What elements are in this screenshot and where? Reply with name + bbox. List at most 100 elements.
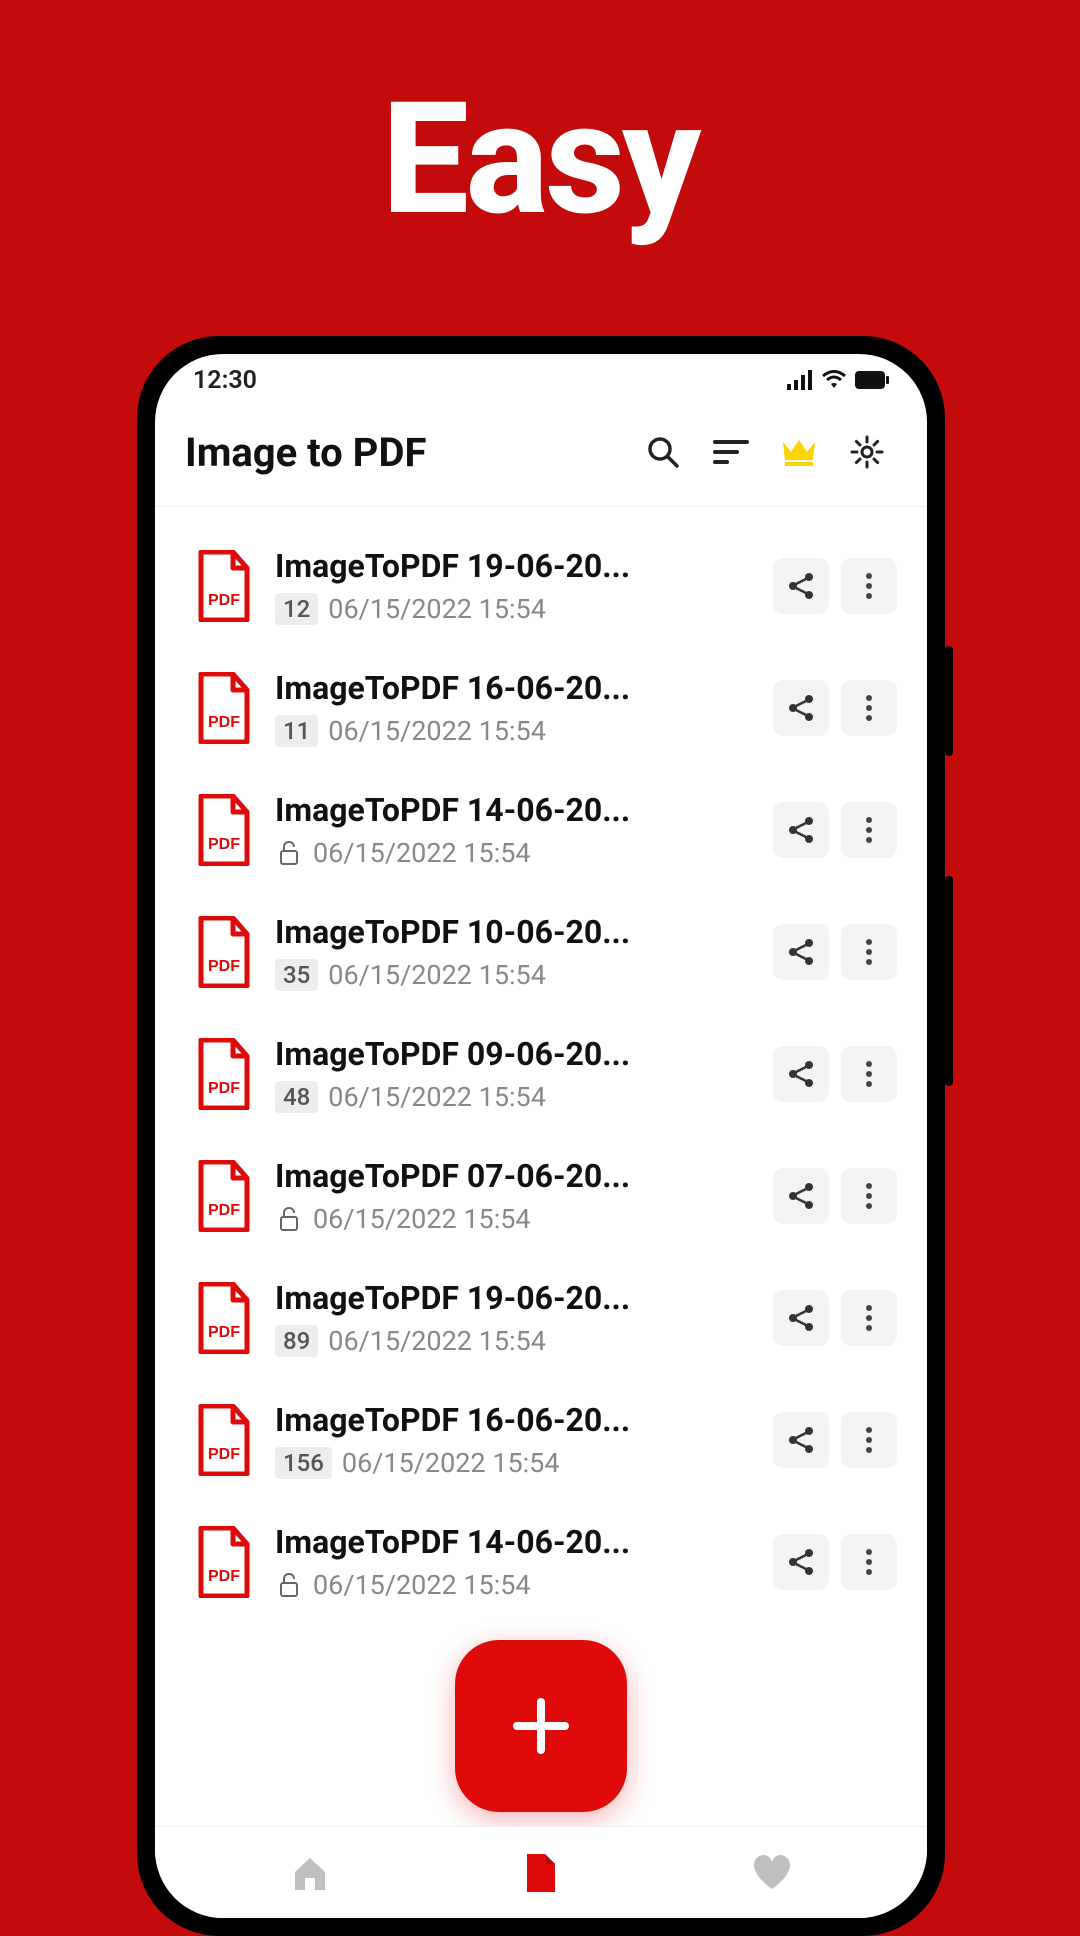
file-actions [773,1290,897,1346]
share-button[interactable] [773,802,829,858]
file-row[interactable]: PDF ImageToPDF 16-06-20... 11 06/15/2022… [155,647,927,769]
file-date: 06/15/2022 15:54 [313,1569,531,1601]
file-name: ImageToPDF 09-06-20... [275,1035,751,1073]
file-row[interactable]: PDF ImageToPDF 14-06-20... 06/15/2022 15… [155,1501,927,1623]
more-button[interactable] [841,802,897,858]
file-actions [773,1412,897,1468]
crown-icon [779,436,819,468]
share-button[interactable] [773,558,829,614]
pdf-file-icon: PDF [195,1526,253,1598]
file-row[interactable]: PDF ImageToPDF 07-06-20... 06/15/2022 15… [155,1135,927,1257]
more-button[interactable] [841,1168,897,1224]
more-button[interactable] [841,1534,897,1590]
svg-text:PDF: PDF [208,592,240,609]
share-button[interactable] [773,1534,829,1590]
svg-text:PDF: PDF [208,1080,240,1097]
file-meta: 06/15/2022 15:54 [275,1569,751,1601]
file-info: ImageToPDF 19-06-20... 89 06/15/2022 15:… [275,1279,751,1357]
pdf-file-icon: PDF [195,1404,253,1476]
more-button[interactable] [841,558,897,614]
file-row[interactable]: PDF ImageToPDF 14-06-20... 06/15/2022 15… [155,769,927,891]
file-page-count: 89 [275,1325,318,1357]
file-actions [773,1046,897,1102]
pdf-file-icon: PDF [195,1038,253,1110]
more-button[interactable] [841,1412,897,1468]
file-info: ImageToPDF 19-06-20... 12 06/15/2022 15:… [275,547,751,625]
file-icon [523,1852,559,1894]
share-button[interactable] [773,680,829,736]
svg-text:PDF: PDF [208,1568,240,1585]
file-meta: 11 06/15/2022 15:54 [275,715,751,747]
file-name: ImageToPDF 19-06-20... [275,1279,751,1317]
status-bar: 12:30 [155,354,927,402]
file-row[interactable]: PDF ImageToPDF 10-06-20... 35 06/15/2022… [155,891,927,1013]
plus-icon [501,1686,581,1766]
file-date: 06/15/2022 15:54 [328,715,546,747]
file-info: ImageToPDF 10-06-20... 35 06/15/2022 15:… [275,913,751,991]
svg-text:PDF: PDF [208,958,240,975]
file-date: 06/15/2022 15:54 [328,1325,546,1357]
file-name: ImageToPDF 19-06-20... [275,547,751,585]
pdf-file-icon: PDF [195,1160,253,1232]
lock-icon [275,839,303,867]
share-button[interactable] [773,1046,829,1102]
file-meta: 35 06/15/2022 15:54 [275,959,751,991]
hero-title: Easy [0,0,1080,250]
pdf-file-icon: PDF [195,672,253,744]
lock-icon [275,1571,303,1599]
svg-text:PDF: PDF [208,1324,240,1341]
settings-button[interactable] [837,422,897,482]
nav-favorites[interactable] [742,1843,802,1903]
pdf-file-icon: PDF [195,1282,253,1354]
share-button[interactable] [773,924,829,980]
sort-button[interactable] [701,422,761,482]
nav-home[interactable] [280,1843,340,1903]
nav-files[interactable] [511,1843,571,1903]
signal-icon [787,370,813,390]
status-icons [787,370,889,390]
bottom-nav [155,1826,927,1918]
file-page-count: 11 [275,715,318,747]
file-name: ImageToPDF 10-06-20... [275,913,751,951]
sort-icon [713,438,749,466]
app-header: Image to PDF [155,402,927,507]
file-row[interactable]: PDF ImageToPDF 09-06-20... 48 06/15/2022… [155,1013,927,1135]
file-row[interactable]: PDF ImageToPDF 16-06-20... 156 06/15/202… [155,1379,927,1501]
search-button[interactable] [633,422,693,482]
pdf-file-icon: PDF [195,916,253,988]
file-date: 06/15/2022 15:54 [313,837,531,869]
file-row[interactable]: PDF ImageToPDF 19-06-20... 89 06/15/2022… [155,1257,927,1379]
file-row[interactable]: PDF ImageToPDF 19-06-20... 12 06/15/2022… [155,525,927,647]
svg-text:PDF: PDF [208,714,240,731]
share-button[interactable] [773,1290,829,1346]
heart-icon [750,1853,794,1893]
share-button[interactable] [773,1412,829,1468]
file-meta: 06/15/2022 15:54 [275,1203,751,1235]
more-button[interactable] [841,680,897,736]
status-time: 12:30 [193,366,257,395]
file-meta: 156 06/15/2022 15:54 [275,1447,751,1479]
file-info: ImageToPDF 14-06-20... 06/15/2022 15:54 [275,1523,751,1601]
file-name: ImageToPDF 16-06-20... [275,1401,751,1439]
more-button[interactable] [841,1290,897,1346]
phone-frame: 12:30 Image to PDF PDF I [137,336,945,1936]
file-meta: 48 06/15/2022 15:54 [275,1081,751,1113]
pdf-file-icon: PDF [195,550,253,622]
file-date: 06/15/2022 15:54 [313,1203,531,1235]
file-date: 06/15/2022 15:54 [328,593,546,625]
gear-icon [849,434,885,470]
svg-text:PDF: PDF [208,836,240,853]
more-button[interactable] [841,1046,897,1102]
premium-button[interactable] [769,422,829,482]
lock-icon [275,1205,303,1233]
more-button[interactable] [841,924,897,980]
file-name: ImageToPDF 14-06-20... [275,1523,751,1561]
file-date: 06/15/2022 15:54 [328,1081,546,1113]
file-actions [773,924,897,980]
add-button[interactable] [455,1640,627,1812]
file-info: ImageToPDF 16-06-20... 11 06/15/2022 15:… [275,669,751,747]
file-actions [773,1534,897,1590]
file-page-count: 12 [275,593,318,625]
share-button[interactable] [773,1168,829,1224]
svg-text:PDF: PDF [208,1202,240,1219]
